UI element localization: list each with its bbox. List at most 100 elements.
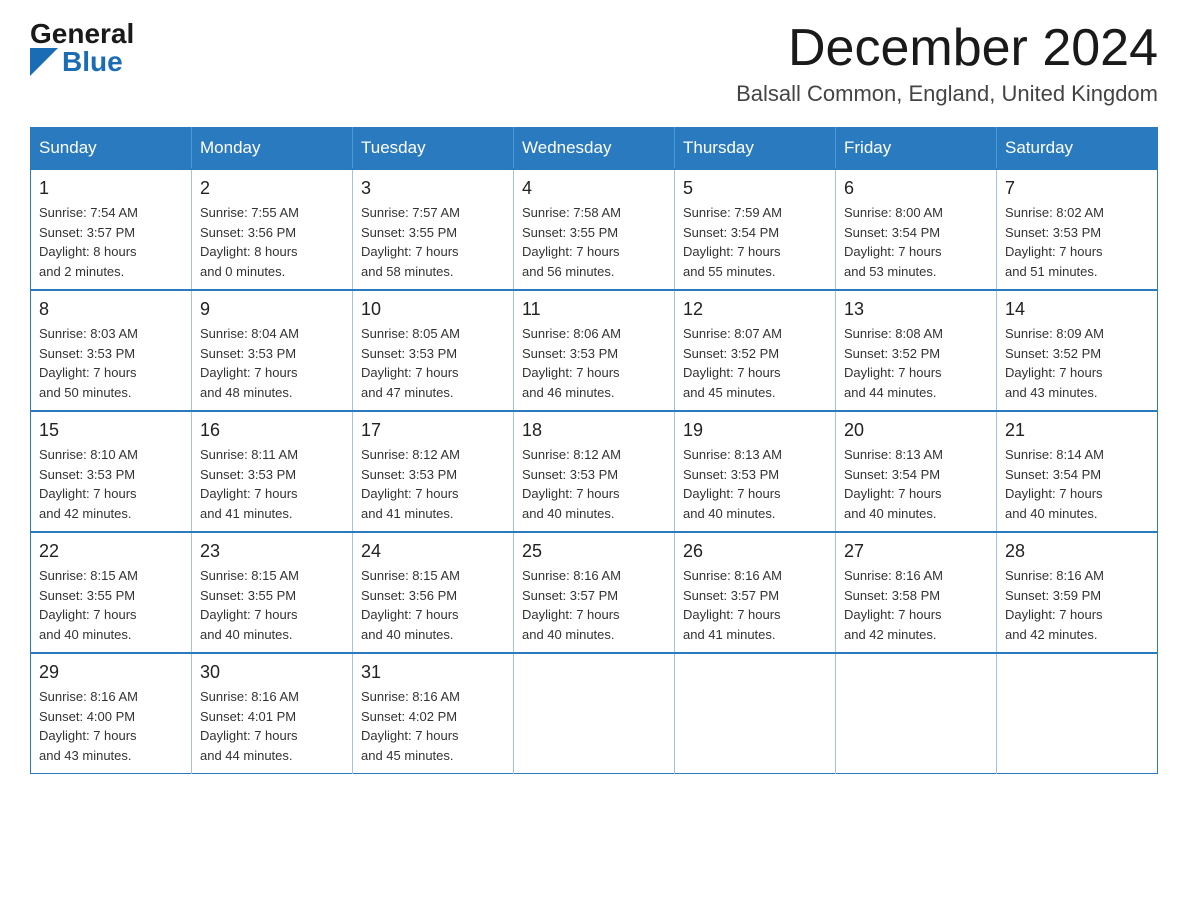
calendar-cell: 18 Sunrise: 8:12 AMSunset: 3:53 PMDayligh… bbox=[514, 411, 675, 532]
day-number: 17 bbox=[361, 420, 505, 441]
day-info: Sunrise: 8:04 AMSunset: 3:53 PMDaylight:… bbox=[200, 324, 344, 402]
logo-blue-text: Blue bbox=[62, 48, 123, 76]
day-info: Sunrise: 7:55 AMSunset: 3:56 PMDaylight:… bbox=[200, 203, 344, 281]
day-info: Sunrise: 7:59 AMSunset: 3:54 PMDaylight:… bbox=[683, 203, 827, 281]
day-info: Sunrise: 8:11 AMSunset: 3:53 PMDaylight:… bbox=[200, 445, 344, 523]
calendar-cell: 21Sunrise: 8:14 AMSunset: 3:54 PMDayligh… bbox=[997, 411, 1158, 532]
col-header-thursday: Thursday bbox=[675, 128, 836, 170]
day-number: 1 bbox=[39, 178, 183, 199]
col-header-wednesday: Wednesday bbox=[514, 128, 675, 170]
day-number: 26 bbox=[683, 541, 827, 562]
calendar-cell bbox=[514, 653, 675, 774]
calendar-cell: 23 Sunrise: 8:15 AMSunset: 3:55 PMDayligh… bbox=[192, 532, 353, 653]
day-number: 18 bbox=[522, 420, 666, 441]
calendar-cell: 6 Sunrise: 8:00 AMSunset: 3:54 PMDaylight… bbox=[836, 169, 997, 290]
day-info: Sunrise: 8:08 AMSunset: 3:52 PMDaylight:… bbox=[844, 324, 988, 402]
calendar-cell: 8 Sunrise: 8:03 AMSunset: 3:53 PMDaylight… bbox=[31, 290, 192, 411]
calendar-cell: 20 Sunrise: 8:13 AMSunset: 3:54 PMDayligh… bbox=[836, 411, 997, 532]
day-number: 4 bbox=[522, 178, 666, 199]
day-info: Sunrise: 8:16 AMSunset: 3:58 PMDaylight:… bbox=[844, 566, 988, 644]
day-number: 20 bbox=[844, 420, 988, 441]
day-info: Sunrise: 7:58 AMSunset: 3:55 PMDaylight:… bbox=[522, 203, 666, 281]
calendar-header-row: SundayMondayTuesdayWednesdayThursdayFrid… bbox=[31, 128, 1158, 170]
day-info: Sunrise: 8:00 AMSunset: 3:54 PMDaylight:… bbox=[844, 203, 988, 281]
calendar-cell: 13 Sunrise: 8:08 AMSunset: 3:52 PMDayligh… bbox=[836, 290, 997, 411]
day-info: Sunrise: 7:57 AMSunset: 3:55 PMDaylight:… bbox=[361, 203, 505, 281]
day-number: 27 bbox=[844, 541, 988, 562]
calendar-cell: 14 Sunrise: 8:09 AMSunset: 3:52 PMDayligh… bbox=[997, 290, 1158, 411]
day-info: Sunrise: 8:07 AMSunset: 3:52 PMDaylight:… bbox=[683, 324, 827, 402]
col-header-saturday: Saturday bbox=[997, 128, 1158, 170]
col-header-friday: Friday bbox=[836, 128, 997, 170]
day-number: 24 bbox=[361, 541, 505, 562]
calendar-cell: 26 Sunrise: 8:16 AMSunset: 3:57 PMDayligh… bbox=[675, 532, 836, 653]
calendar-cell: 22 Sunrise: 8:15 AMSunset: 3:55 PMDayligh… bbox=[31, 532, 192, 653]
week-row-1: 1 Sunrise: 7:54 AMSunset: 3:57 PMDaylight… bbox=[31, 169, 1158, 290]
day-info: Sunrise: 8:09 AMSunset: 3:52 PMDaylight:… bbox=[1005, 324, 1149, 402]
calendar-cell: 4 Sunrise: 7:58 AMSunset: 3:55 PMDaylight… bbox=[514, 169, 675, 290]
day-number: 31 bbox=[361, 662, 505, 683]
day-info: Sunrise: 7:54 AMSunset: 3:57 PMDaylight:… bbox=[39, 203, 183, 281]
calendar-cell: 3 Sunrise: 7:57 AMSunset: 3:55 PMDaylight… bbox=[353, 169, 514, 290]
day-number: 11 bbox=[522, 299, 666, 320]
day-info: Sunrise: 8:16 AMSunset: 3:57 PMDaylight:… bbox=[683, 566, 827, 644]
week-row-5: 29 Sunrise: 8:16 AMSunset: 4:00 PMDayligh… bbox=[31, 653, 1158, 774]
calendar-cell bbox=[997, 653, 1158, 774]
week-row-2: 8 Sunrise: 8:03 AMSunset: 3:53 PMDaylight… bbox=[31, 290, 1158, 411]
calendar-cell: 2Sunrise: 7:55 AMSunset: 3:56 PMDaylight… bbox=[192, 169, 353, 290]
day-number: 13 bbox=[844, 299, 988, 320]
calendar-cell bbox=[675, 653, 836, 774]
calendar-cell: 29 Sunrise: 8:16 AMSunset: 4:00 PMDayligh… bbox=[31, 653, 192, 774]
day-info: Sunrise: 8:15 AMSunset: 3:56 PMDaylight:… bbox=[361, 566, 505, 644]
week-row-4: 22 Sunrise: 8:15 AMSunset: 3:55 PMDayligh… bbox=[31, 532, 1158, 653]
col-header-sunday: Sunday bbox=[31, 128, 192, 170]
location-title: Balsall Common, England, United Kingdom bbox=[736, 81, 1158, 107]
day-info: Sunrise: 8:02 AMSunset: 3:53 PMDaylight:… bbox=[1005, 203, 1149, 281]
day-number: 10 bbox=[361, 299, 505, 320]
calendar-cell: 5Sunrise: 7:59 AMSunset: 3:54 PMDaylight… bbox=[675, 169, 836, 290]
day-info: Sunrise: 8:15 AMSunset: 3:55 PMDaylight:… bbox=[200, 566, 344, 644]
day-number: 23 bbox=[200, 541, 344, 562]
calendar-cell: 7 Sunrise: 8:02 AMSunset: 3:53 PMDaylight… bbox=[997, 169, 1158, 290]
logo-general-text: General bbox=[30, 20, 134, 48]
day-info: Sunrise: 8:13 AMSunset: 3:54 PMDaylight:… bbox=[844, 445, 988, 523]
day-number: 21 bbox=[1005, 420, 1149, 441]
day-number: 14 bbox=[1005, 299, 1149, 320]
week-row-3: 15Sunrise: 8:10 AMSunset: 3:53 PMDayligh… bbox=[31, 411, 1158, 532]
calendar-cell: 16 Sunrise: 8:11 AMSunset: 3:53 PMDayligh… bbox=[192, 411, 353, 532]
day-number: 8 bbox=[39, 299, 183, 320]
day-number: 12 bbox=[683, 299, 827, 320]
calendar-cell: 19Sunrise: 8:13 AMSunset: 3:53 PMDayligh… bbox=[675, 411, 836, 532]
month-title: December 2024 bbox=[736, 20, 1158, 77]
day-number: 16 bbox=[200, 420, 344, 441]
logo-triangle-icon bbox=[30, 48, 58, 76]
calendar-cell: 17Sunrise: 8:12 AMSunset: 3:53 PMDayligh… bbox=[353, 411, 514, 532]
day-number: 28 bbox=[1005, 541, 1149, 562]
day-number: 6 bbox=[844, 178, 988, 199]
day-info: Sunrise: 8:16 AMSunset: 4:00 PMDaylight:… bbox=[39, 687, 183, 765]
header: General Blue December 2024 Balsall Commo… bbox=[30, 20, 1158, 107]
col-header-monday: Monday bbox=[192, 128, 353, 170]
day-number: 22 bbox=[39, 541, 183, 562]
calendar-cell: 15Sunrise: 8:10 AMSunset: 3:53 PMDayligh… bbox=[31, 411, 192, 532]
day-info: Sunrise: 8:03 AMSunset: 3:53 PMDaylight:… bbox=[39, 324, 183, 402]
day-number: 30 bbox=[200, 662, 344, 683]
calendar-cell: 10Sunrise: 8:05 AMSunset: 3:53 PMDayligh… bbox=[353, 290, 514, 411]
calendar-cell: 12 Sunrise: 8:07 AMSunset: 3:52 PMDayligh… bbox=[675, 290, 836, 411]
day-number: 25 bbox=[522, 541, 666, 562]
day-number: 3 bbox=[361, 178, 505, 199]
calendar-cell: 9Sunrise: 8:04 AMSunset: 3:53 PMDaylight… bbox=[192, 290, 353, 411]
day-info: Sunrise: 8:15 AMSunset: 3:55 PMDaylight:… bbox=[39, 566, 183, 644]
day-number: 29 bbox=[39, 662, 183, 683]
day-info: Sunrise: 8:16 AMSunset: 4:02 PMDaylight:… bbox=[361, 687, 505, 765]
day-info: Sunrise: 8:12 AMSunset: 3:53 PMDaylight:… bbox=[522, 445, 666, 523]
day-info: Sunrise: 8:16 AMSunset: 3:59 PMDaylight:… bbox=[1005, 566, 1149, 644]
day-number: 7 bbox=[1005, 178, 1149, 199]
calendar-cell: 25Sunrise: 8:16 AMSunset: 3:57 PMDayligh… bbox=[514, 532, 675, 653]
calendar-cell: 1 Sunrise: 7:54 AMSunset: 3:57 PMDaylight… bbox=[31, 169, 192, 290]
calendar-cell bbox=[836, 653, 997, 774]
day-info: Sunrise: 8:06 AMSunset: 3:53 PMDaylight:… bbox=[522, 324, 666, 402]
day-info: Sunrise: 8:10 AMSunset: 3:53 PMDaylight:… bbox=[39, 445, 183, 523]
day-info: Sunrise: 8:13 AMSunset: 3:53 PMDaylight:… bbox=[683, 445, 827, 523]
title-area: December 2024 Balsall Common, England, U… bbox=[736, 20, 1158, 107]
